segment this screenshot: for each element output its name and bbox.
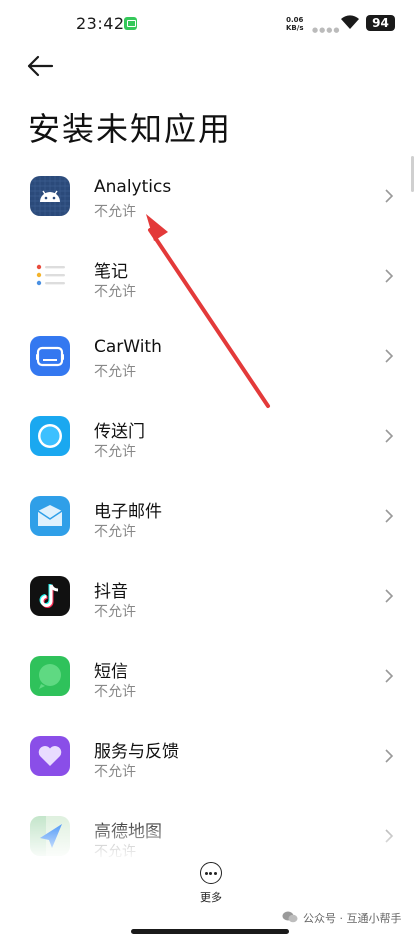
app-name: Analytics — [94, 177, 172, 197]
app-list: Analytics 不允许 笔记 不允许 CarWith 不允许 传送门 不允许… — [0, 156, 419, 876]
app-permission-status: 不允许 — [94, 204, 136, 220]
app-name: 传送门 — [94, 422, 145, 442]
more-dots-icon — [200, 862, 222, 884]
chevron-right-icon — [385, 589, 394, 603]
chevron-right-icon — [385, 509, 394, 523]
app-permission-status: 不允许 — [94, 844, 136, 860]
app-permission-status: 不允许 — [94, 444, 136, 460]
wechat-icon — [282, 911, 298, 923]
network-speed-unit: KB/s — [286, 24, 304, 32]
message-notification-icon — [124, 17, 137, 30]
app-name: 服务与反馈 — [94, 742, 179, 762]
notes-icon — [30, 256, 70, 296]
more-button[interactable]: 更多 — [196, 862, 226, 908]
network-speed-value: 0.06 — [286, 16, 304, 24]
amap-icon — [30, 816, 70, 856]
portal-icon — [30, 416, 70, 456]
chevron-right-icon — [385, 669, 394, 683]
app-permission-status: 不允许 — [94, 684, 136, 700]
list-item[interactable]: 电子邮件 不允许 — [0, 476, 419, 556]
app-permission-status: 不允许 — [94, 524, 136, 540]
chevron-right-icon — [385, 269, 394, 283]
list-item[interactable]: Analytics 不允许 — [0, 156, 419, 236]
app-permission-status: 不允许 — [94, 764, 136, 780]
app-permission-status: 不允许 — [94, 604, 136, 620]
app-name: 高德地图 — [94, 822, 162, 842]
app-name: 笔记 — [94, 262, 128, 282]
app-name: 短信 — [94, 662, 128, 682]
battery-indicator: 94 — [366, 15, 395, 31]
page-title: 安装未知应用 — [28, 110, 233, 148]
back-arrow-icon[interactable] — [24, 52, 56, 80]
app-name: 抖音 — [94, 582, 128, 602]
heart-icon — [30, 736, 70, 776]
chevron-right-icon — [385, 829, 394, 843]
home-indicator[interactable] — [131, 929, 289, 934]
douyin-icon — [30, 576, 70, 616]
list-item[interactable]: 短信 不允许 — [0, 636, 419, 716]
signal-icon: ●●●● — [312, 26, 341, 34]
chevron-right-icon — [385, 189, 394, 203]
sms-icon — [30, 656, 70, 696]
status-bar: 23:42 0.06 KB/s ●●●● 94 — [0, 0, 419, 48]
app-permission-status: 不允许 — [94, 364, 136, 380]
more-label: 更多 — [200, 891, 222, 904]
network-speed: 0.06 KB/s — [286, 16, 303, 32]
chevron-right-icon — [385, 749, 394, 763]
mail-icon — [30, 496, 70, 536]
android-icon — [30, 176, 70, 216]
app-permission-status: 不允许 — [94, 284, 136, 300]
app-name: CarWith — [94, 337, 162, 357]
list-item[interactable]: 服务与反馈 不允许 — [0, 716, 419, 796]
app-name: 电子邮件 — [94, 502, 162, 522]
list-item[interactable]: CarWith 不允许 — [0, 316, 419, 396]
list-item[interactable]: 笔记 不允许 — [0, 236, 419, 316]
list-item[interactable]: 抖音 不允许 — [0, 556, 419, 636]
status-time: 23:42 — [76, 14, 125, 33]
list-item[interactable]: 传送门 不允许 — [0, 396, 419, 476]
wifi-icon — [341, 15, 359, 29]
chevron-right-icon — [385, 349, 394, 363]
chevron-right-icon — [385, 429, 394, 443]
watermark-text: 公众号 · 互通小帮手 — [303, 912, 402, 925]
car-icon — [30, 336, 70, 376]
